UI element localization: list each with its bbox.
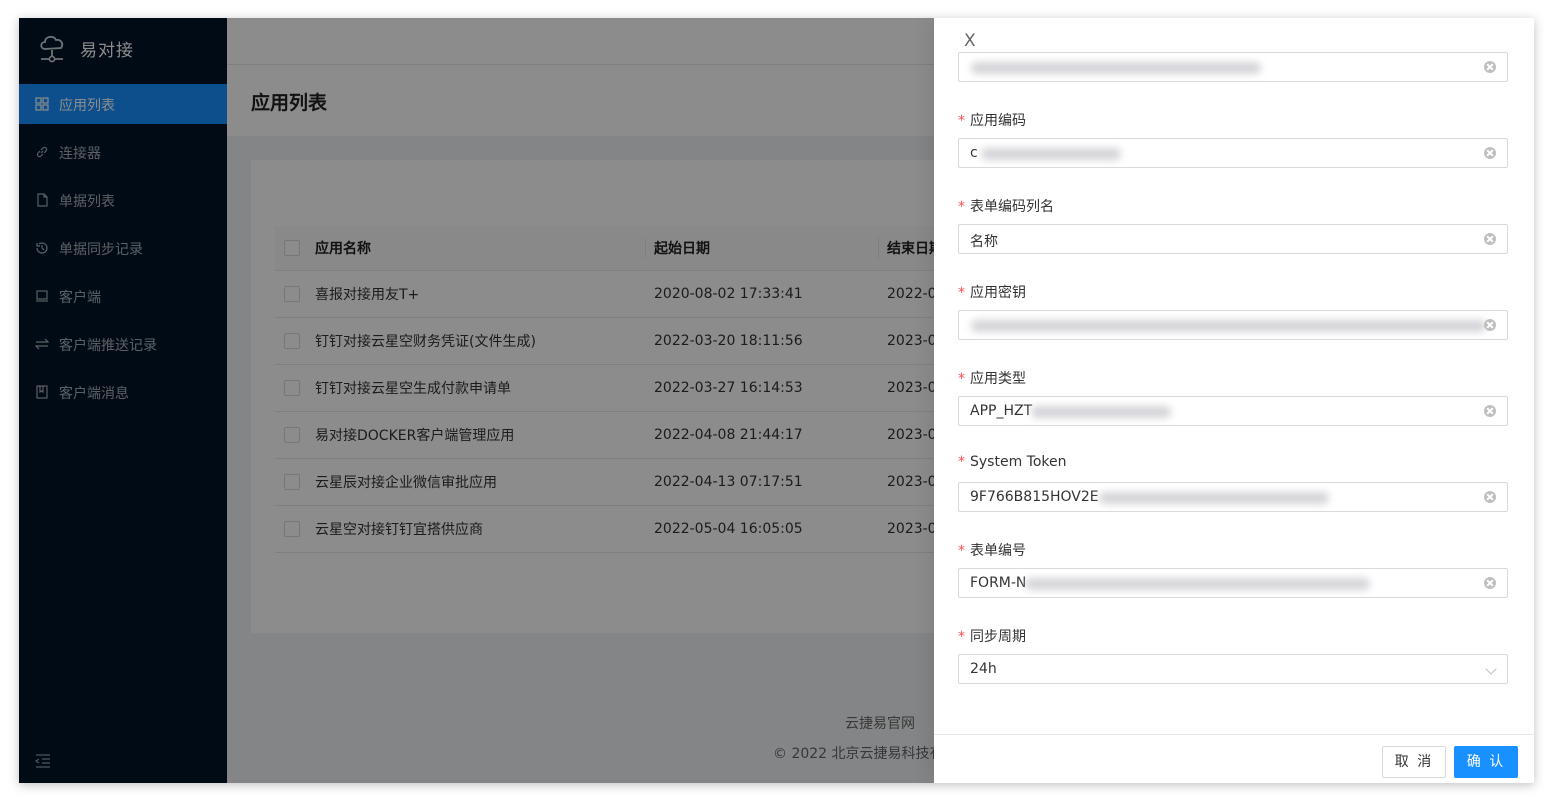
field-label-text: 应用密钥 [970, 285, 1026, 301]
app-type-label: * 应用类型 [958, 371, 1026, 387]
form-code-column-label: * 表单编码列名 [958, 199, 1054, 215]
redacted-value [971, 62, 1261, 74]
clear-icon[interactable] [1484, 405, 1496, 417]
app-type-field[interactable]: APP_HZT [958, 396, 1508, 426]
field-label-text: 同步周期 [970, 629, 1026, 645]
sync-period-select[interactable]: 24h [958, 654, 1508, 684]
form-number-label: * 表单编号 [958, 543, 1026, 559]
field-value: FORM-N [970, 575, 1027, 591]
close-icon[interactable]: X [964, 31, 976, 51]
sync-period-label: * 同步周期 [958, 629, 1026, 645]
form-number-field[interactable]: FORM-N [958, 568, 1508, 598]
app-id-field[interactable] [958, 52, 1508, 82]
edit-app-drawer: X * 应用编码 c * 表单编码列名 名称 * 应用密钥 * 应用类型 APP_HZT… [934, 18, 1534, 783]
system-token-label: * System Token [958, 454, 1067, 470]
cancel-button[interactable]: 取 消 [1382, 746, 1446, 778]
redacted-value [1099, 492, 1329, 504]
redacted-value [1025, 578, 1370, 590]
app-window: 易对接 应用列表 连接器 单据列表 单据同步记录 客户端 客户端推送记录 客户端… [19, 18, 1534, 783]
redacted-value [981, 148, 1121, 160]
field-label-text: 表单编码列名 [970, 199, 1054, 215]
form-code-column-field[interactable]: 名称 [958, 224, 1508, 254]
clear-icon[interactable] [1484, 319, 1496, 331]
drawer-footer: 取 消 确 认 [934, 734, 1534, 783]
field-label-text: 应用类型 [970, 371, 1026, 387]
drawer-overlay[interactable] [19, 18, 934, 783]
app-secret-field[interactable] [958, 310, 1508, 340]
clear-icon[interactable] [1484, 577, 1496, 589]
app-code-label: * 应用编码 [958, 113, 1026, 129]
field-label-text: System Token [970, 454, 1067, 470]
field-value: 24h [970, 661, 997, 677]
clear-icon[interactable] [1484, 491, 1496, 503]
chevron-down-icon [1485, 663, 1497, 675]
field-value: 9F766B815HOV2E [970, 489, 1099, 505]
field-value: c [970, 145, 978, 161]
field-label-text: 应用编码 [970, 113, 1026, 129]
app-secret-label: * 应用密钥 [958, 285, 1026, 301]
field-value: 名称 [970, 234, 998, 250]
clear-icon[interactable] [1484, 233, 1496, 245]
redacted-value [1031, 406, 1171, 418]
confirm-button[interactable]: 确 认 [1454, 746, 1518, 778]
clear-icon[interactable] [1484, 61, 1496, 73]
clear-icon[interactable] [1484, 147, 1496, 159]
field-label-text: 表单编号 [970, 543, 1026, 559]
redacted-value [971, 320, 1486, 332]
system-token-field[interactable]: 9F766B815HOV2E [958, 482, 1508, 512]
field-value: APP_HZT [970, 403, 1033, 419]
app-code-field[interactable]: c [958, 138, 1508, 168]
